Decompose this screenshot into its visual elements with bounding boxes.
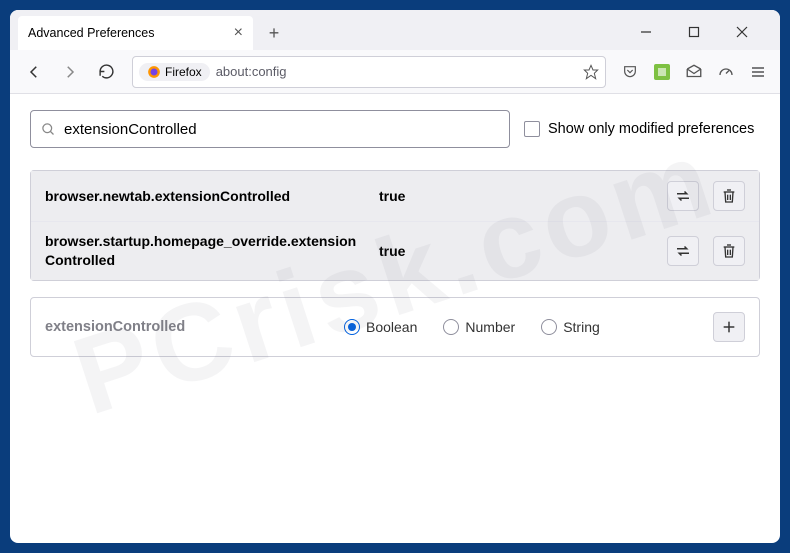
search-row: Show only modified preferences — [30, 110, 760, 148]
add-button[interactable] — [713, 312, 745, 342]
minimize-button[interactable] — [632, 20, 660, 44]
pocket-icon[interactable] — [616, 58, 644, 86]
url-badge: Firefox — [139, 63, 210, 81]
show-modified-checkbox[interactable] — [524, 121, 540, 137]
close-window-button[interactable] — [728, 20, 756, 44]
preference-name: browser.newtab.extensionControlled — [45, 187, 365, 206]
delete-button[interactable] — [713, 181, 745, 211]
extension-icon[interactable] — [648, 58, 676, 86]
url-bar[interactable]: Firefox about:config — [132, 56, 606, 88]
forward-button[interactable] — [54, 56, 86, 88]
preference-name: browser.startup.homepage_override.extens… — [45, 232, 365, 270]
radio-label: Number — [465, 319, 515, 335]
radio-label: String — [563, 319, 600, 335]
radio-string[interactable]: String — [541, 319, 600, 335]
content-area: Show only modified preferences browser.n… — [10, 94, 780, 543]
browser-window: Advanced Preferences × + — [10, 10, 780, 543]
show-modified-checkbox-wrap[interactable]: Show only modified preferences — [524, 121, 754, 137]
search-input[interactable] — [64, 121, 499, 138]
search-box[interactable] — [30, 110, 510, 148]
radio-icon — [541, 319, 557, 335]
new-tab-button[interactable]: + — [259, 18, 289, 48]
preference-row: browser.newtab.extensionControlled true — [31, 171, 759, 222]
show-modified-label: Show only modified preferences — [548, 121, 754, 137]
type-radio-group: Boolean Number String — [344, 319, 699, 335]
preferences-list: browser.newtab.extensionControlled true … — [30, 170, 760, 281]
inbox-icon[interactable] — [680, 58, 708, 86]
preference-row: browser.startup.homepage_override.extens… — [31, 222, 759, 280]
toolbar: Firefox about:config — [10, 50, 780, 94]
preference-value: true — [379, 188, 653, 204]
reload-button[interactable] — [90, 56, 122, 88]
add-preference-section: extensionControlled Boolean Number Strin… — [30, 297, 760, 357]
maximize-button[interactable] — [680, 20, 708, 44]
hamburger-menu-icon[interactable] — [744, 58, 772, 86]
toggle-button[interactable] — [667, 236, 699, 266]
tab-title: Advanced Preferences — [28, 26, 154, 40]
delete-button[interactable] — [713, 236, 745, 266]
tab-bar: Advanced Preferences × + — [10, 10, 780, 50]
firefox-icon — [147, 65, 161, 79]
radio-icon — [344, 319, 360, 335]
back-button[interactable] — [18, 56, 50, 88]
search-icon — [41, 122, 56, 137]
window-controls — [632, 20, 772, 50]
url-badge-text: Firefox — [165, 65, 202, 79]
add-preference-name: extensionControlled — [45, 319, 330, 335]
url-text: about:config — [216, 64, 577, 79]
radio-icon — [443, 319, 459, 335]
gauge-icon[interactable] — [712, 58, 740, 86]
bookmark-star-icon[interactable] — [583, 64, 599, 80]
toggle-button[interactable] — [667, 181, 699, 211]
browser-tab[interactable]: Advanced Preferences × — [18, 16, 253, 50]
preference-value: true — [379, 243, 653, 259]
close-tab-icon[interactable]: × — [234, 24, 243, 42]
add-preference-row: extensionControlled Boolean Number Strin… — [31, 298, 759, 356]
radio-boolean[interactable]: Boolean — [344, 319, 417, 335]
radio-label: Boolean — [366, 319, 417, 335]
radio-number[interactable]: Number — [443, 319, 515, 335]
